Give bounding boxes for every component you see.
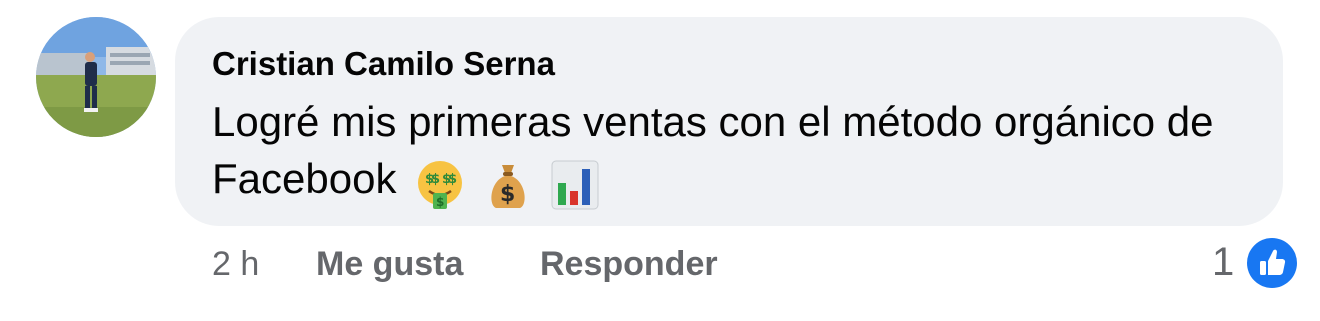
comment-timestamp[interactable]: 2 h	[212, 245, 259, 284]
money-bag-icon: $	[484, 159, 532, 211]
comment-author[interactable]: Cristian Camilo Serna	[212, 45, 555, 83]
bar-chart-icon	[551, 159, 599, 211]
svg-text:$: $	[448, 172, 457, 187]
like-reaction-icon[interactable]	[1247, 238, 1297, 288]
reply-button[interactable]: Responder	[540, 245, 718, 284]
emoji-row: $ $ $ $ $ $	[416, 153, 607, 211]
svg-text:$: $	[431, 172, 440, 187]
avatar[interactable]	[36, 17, 156, 137]
comment-text: Logré mis primeras ventas con el método …	[212, 98, 1214, 202]
reaction-count[interactable]: 1	[1212, 240, 1234, 285]
like-button[interactable]: Me gusta	[316, 245, 463, 284]
money-mouth-face-icon: $ $ $ $ $	[416, 159, 464, 211]
comment-text-container: Logré mis primeras ventas con el método …	[212, 93, 1272, 211]
svg-text:$: $	[500, 182, 515, 207]
comment-bubble: Cristian Camilo Serna Logré mis primeras…	[175, 17, 1283, 226]
svg-text:$: $	[436, 195, 444, 209]
